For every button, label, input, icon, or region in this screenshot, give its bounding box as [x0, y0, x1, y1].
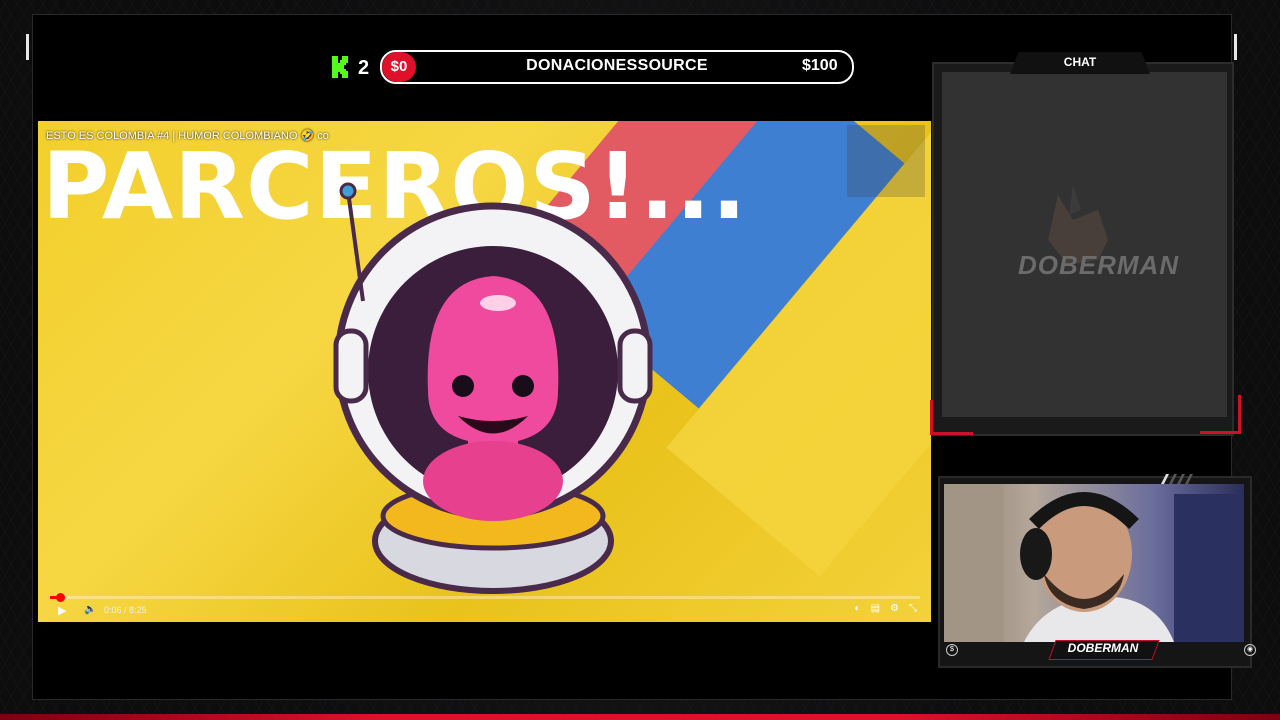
astronaut-mascot-image — [333, 182, 653, 594]
stats-row — [847, 135, 925, 145]
stats-row — [847, 175, 925, 185]
right-controls: ◐ ▤ ⚙ ⤡ — [855, 603, 917, 614]
video-player[interactable]: PARCEROS!... ESTO ES COLOMBIA #4 | HUMOR… — [38, 121, 931, 622]
progress-scrubber[interactable] — [56, 593, 66, 602]
cam-name: DOBERMAN — [1067, 641, 1139, 655]
video-controls: ▶ 🔈 0:06 / 8:25 ◐ ▤ ⚙ ⤡ — [38, 592, 931, 622]
dollar-icon: $ — [946, 644, 958, 656]
chat-corner-accent — [930, 400, 973, 435]
user-icon: ◉ — [1244, 644, 1256, 656]
performance-stats-overlay — [847, 125, 925, 197]
video-title[interactable]: ESTO ES COLOMBIA #4 | HUMOR COLOMBIANO 🤣… — [46, 129, 329, 142]
corner-accent-right — [1234, 34, 1237, 60]
chat-logo-text: DOBERMAN — [1018, 250, 1180, 280]
stats-row — [847, 155, 925, 165]
stats-row — [847, 145, 925, 155]
chat-label: CHAT — [1063, 55, 1097, 69]
donation-bar: 2 $0 DONACIONESSOURCE $100 — [332, 50, 854, 84]
progress-track[interactable] — [50, 596, 920, 599]
stats-row — [847, 165, 925, 175]
settings-icon[interactable]: ⚙ — [890, 603, 899, 614]
fullscreen-exit-icon[interactable]: ⤡ — [909, 603, 917, 614]
streamer-image — [944, 484, 1244, 642]
play-icon[interactable]: ▶ — [58, 604, 66, 617]
video-time: 0:06 / 8:25 — [104, 605, 147, 615]
webcam-feed — [944, 484, 1244, 642]
donation-amount: $0 — [382, 52, 416, 82]
subtitles-icon[interactable]: ▤ — [871, 603, 880, 614]
chat-corner-accent — [1200, 395, 1241, 434]
donation-name: DONACIONESSOURCE — [526, 57, 708, 74]
doberman-logo — [1048, 185, 1108, 265]
kick-logo-icon — [332, 56, 348, 78]
donation-goal: $100 — [802, 57, 838, 74]
autoplay-toggle-icon[interactable]: ◐ — [855, 603, 861, 614]
stats-row — [847, 125, 925, 135]
bottom-glow — [0, 714, 1280, 720]
corner-accent-left — [26, 34, 29, 60]
volume-icon[interactable]: 🔈 — [84, 604, 96, 615]
kick-count: 2 — [358, 57, 370, 79]
